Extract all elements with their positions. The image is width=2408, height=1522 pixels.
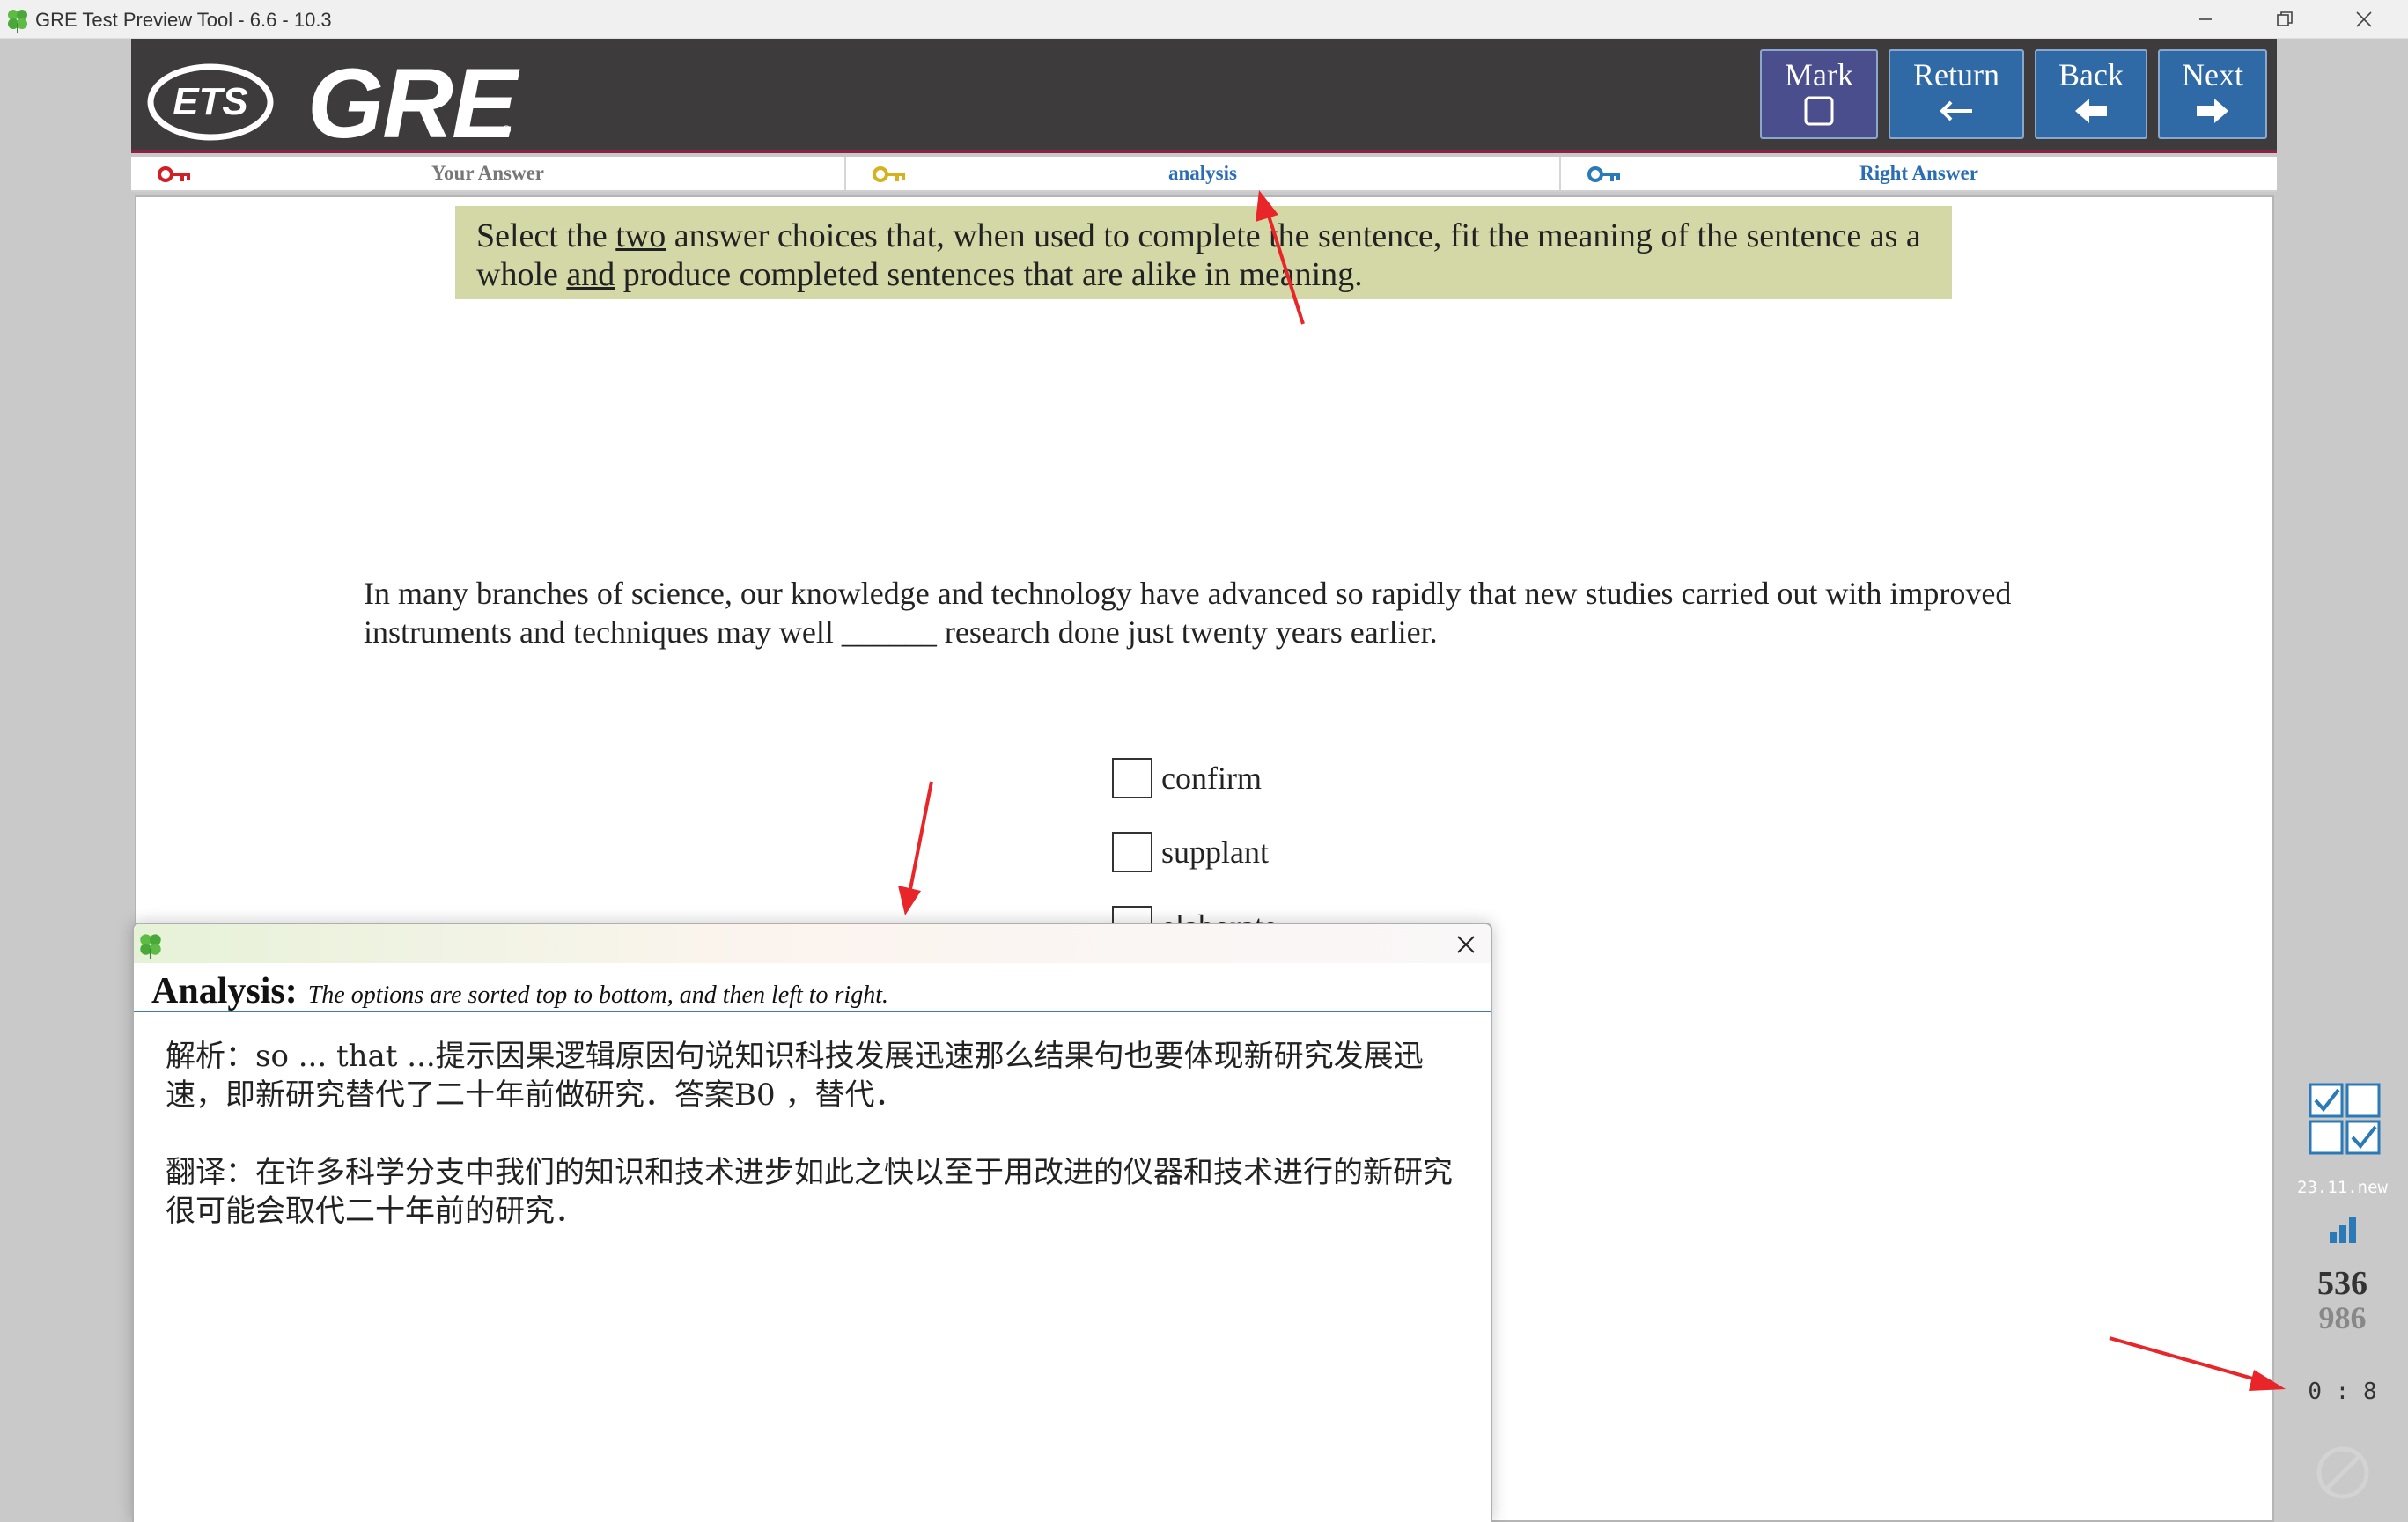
maximize-icon <box>2277 11 2293 26</box>
analysis-header: Analysis: The options are sorted top to … <box>134 963 1491 1012</box>
app-header: ETS GRE ® Mark Return Back Next <box>131 39 2277 153</box>
analysis-translation: 翻译：在许多科学分支中我们的知识和技术进步如此之快以至于用改进的仪器和技术进行的… <box>166 1155 1453 1229</box>
question-instruction: Select the two answer choices that, when… <box>455 206 1952 299</box>
analysis-heading: Analysis: <box>151 971 298 1011</box>
clover-icon <box>8 10 27 33</box>
answer-choice[interactable]: confirm <box>1112 757 1262 799</box>
maximize-button[interactable] <box>2245 0 2324 39</box>
next-button[interactable]: Next <box>2158 49 2267 139</box>
tab-right-answer[interactable]: Right Answer <box>1561 157 2277 190</box>
return-button[interactable]: Return <box>1889 49 2024 139</box>
clover-icon <box>140 934 161 959</box>
popup-close-button[interactable] <box>1451 930 1481 960</box>
arrow-left-icon <box>2036 95 2146 134</box>
window-titlebar: GRE Test Preview Tool - 6.6 - 10.3 <box>0 0 2408 39</box>
choice-checkbox[interactable] <box>1112 832 1152 872</box>
answer-choice[interactable]: supplant <box>1112 831 1269 873</box>
back-label: Back <box>2058 57 2124 92</box>
registered-mark: ® <box>502 122 512 136</box>
stop-icon[interactable] <box>2316 1445 2370 1500</box>
close-window-button[interactable] <box>2324 0 2404 39</box>
instruction-text: Select the <box>476 217 616 254</box>
bar-chart-icon[interactable] <box>2328 1215 2358 1245</box>
popup-titlebar <box>134 924 1491 963</box>
timer: 0 : 8 <box>2308 1379 2377 1405</box>
next-label: Next <box>2182 57 2243 92</box>
checkbox-grid-icon[interactable] <box>2309 1083 2381 1155</box>
choice-checkbox[interactable] <box>1112 758 1152 798</box>
minimize-button[interactable] <box>2166 0 2245 39</box>
choice-label: supplant <box>1161 835 1269 870</box>
arrow-left-icon <box>1890 95 2022 134</box>
question-number: 536 <box>2317 1265 2367 1302</box>
instruction-emphasis: and <box>566 256 615 293</box>
instruction-text: produce completed sentences that are ali… <box>615 256 1363 293</box>
return-label: Return <box>1913 57 1999 92</box>
ets-logo: ETS <box>147 63 274 141</box>
tab-label: analysis <box>1168 162 1237 184</box>
ets-logo-text: ETS <box>173 80 248 123</box>
instruction-emphasis: two <box>615 217 666 254</box>
tab-analysis[interactable]: analysis <box>846 157 1561 190</box>
analysis-body: 解析：so ... that ...提示因果逻辑原因句说知识科技发展迅速那么结果… <box>166 1037 1469 1269</box>
tab-label: Your Answer <box>431 162 544 184</box>
choice-label: confirm <box>1161 761 1262 796</box>
question-stem: In many branches of science, our knowled… <box>364 576 2012 650</box>
window-title: GRE Test Preview Tool - 6.6 - 10.3 <box>35 9 332 31</box>
close-icon <box>1457 936 1475 953</box>
minimize-icon <box>2199 18 2212 20</box>
mark-label: Mark <box>1785 57 1853 92</box>
analysis-explanation: 解析：so ... that ...提示因果逻辑原因句说知识科技发展迅速那么结果… <box>166 1039 1424 1113</box>
version-label: 23.11.new <box>2297 1178 2388 1197</box>
arrow-right-icon <box>2160 95 2265 134</box>
answer-tab-bar: Your Answer analysis Right Answer <box>131 157 2277 192</box>
tab-label: Right Answer <box>1859 162 1978 184</box>
analysis-subheading: The options are sorted top to bottom, an… <box>307 982 888 1009</box>
checkbox-icon <box>1762 95 1876 134</box>
close-icon <box>2356 11 2372 27</box>
back-button[interactable]: Back <box>2035 49 2147 139</box>
right-sidebar: 23.11.new 536 986 0 : 8 <box>2277 1056 2408 1522</box>
analysis-popup: Analysis: The options are sorted top to … <box>132 923 1492 1522</box>
gre-logo: GRE <box>307 48 518 158</box>
tab-your-answer[interactable]: Your Answer <box>131 157 846 190</box>
mark-button[interactable]: Mark <box>1760 49 1878 139</box>
question-total: 986 <box>2318 1300 2367 1335</box>
